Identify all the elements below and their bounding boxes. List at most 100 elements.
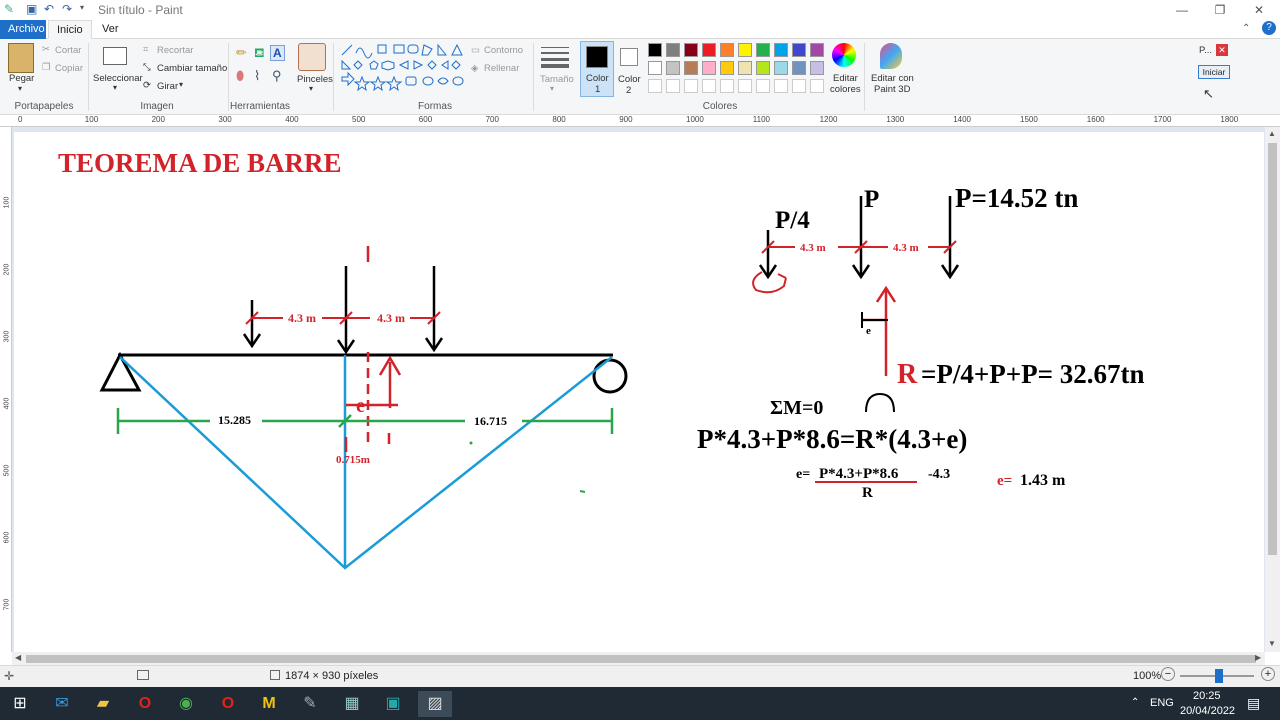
palette-swatch-empty[interactable] <box>720 79 734 93</box>
scroll-right-icon[interactable]: ▶ <box>1255 653 1261 662</box>
palette-swatch-empty[interactable] <box>792 79 806 93</box>
minimize-icon[interactable]: — <box>1172 2 1192 18</box>
zoom-out-icon[interactable]: − <box>1161 667 1175 681</box>
paint3d-icon[interactable] <box>880 43 902 69</box>
color1-button[interactable]: Color 1 <box>580 41 614 97</box>
select-icon[interactable] <box>103 47 127 65</box>
select-button[interactable]: Seleccionar <box>93 73 143 84</box>
copy-button[interactable]: Copiar <box>55 63 83 74</box>
palette-swatch[interactable] <box>810 43 824 57</box>
maximize-icon[interactable]: ❐ <box>1210 2 1230 18</box>
outline-button[interactable]: Contorno <box>484 45 523 56</box>
vertical-scrollbar[interactable]: ▲ ▼ <box>1265 127 1280 652</box>
cut-button[interactable]: Cortar <box>55 45 81 56</box>
close-icon[interactable]: ✕ <box>1249 2 1269 18</box>
palette-swatch[interactable] <box>720 43 734 57</box>
zoom-slider-thumb[interactable] <box>1215 669 1223 683</box>
paste-dropdown-icon[interactable]: ▾ <box>18 84 22 93</box>
edit-colors-icon[interactable] <box>832 43 856 67</box>
palette-swatch[interactable] <box>720 61 734 75</box>
edit-paint3d-label-2[interactable]: Paint 3D <box>874 84 910 95</box>
palette-swatch[interactable] <box>702 43 716 57</box>
palette-swatch[interactable] <box>792 61 806 75</box>
text-tool-icon[interactable]: A <box>270 45 285 61</box>
rotate-button[interactable]: Girar <box>157 81 178 92</box>
palette-swatch-empty[interactable] <box>774 79 788 93</box>
size-dropdown-icon[interactable]: ▾ <box>550 84 554 93</box>
scroll-up-icon[interactable]: ▲ <box>1268 129 1276 138</box>
save-icon[interactable]: ▣ <box>26 2 37 16</box>
camera-recorder-icon[interactable]: ▣ <box>376 691 410 717</box>
palette-swatch[interactable] <box>792 43 806 57</box>
palette-swatch-empty[interactable] <box>648 79 662 93</box>
notifications-icon[interactable]: ▤ <box>1247 695 1260 712</box>
size-button[interactable]: Tamaño <box>540 74 574 85</box>
palette-swatch-empty[interactable] <box>702 79 716 93</box>
redo-icon[interactable]: ↷ <box>62 2 72 16</box>
quick-access-dropdown-icon[interactable]: ▾ <box>80 3 84 12</box>
edit-colors-label-2[interactable]: colores <box>830 84 861 95</box>
palette-swatch-empty[interactable] <box>666 79 680 93</box>
chrome-icon[interactable]: ◉ <box>169 691 203 717</box>
clock-date[interactable]: 20/04/2022 <box>1180 705 1235 717</box>
language-indicator[interactable]: ENG <box>1150 697 1174 709</box>
palette-swatch[interactable] <box>666 61 680 75</box>
brushes-button[interactable]: Pinceles <box>297 74 333 85</box>
horizontal-scrollbar[interactable]: ◀ ▶ <box>12 652 1265 665</box>
palette-swatch-empty[interactable] <box>684 79 698 93</box>
clock-time[interactable]: 20:25 <box>1193 690 1221 702</box>
palette-swatch[interactable] <box>648 43 662 57</box>
palette-swatch[interactable] <box>756 43 770 57</box>
paste-button[interactable]: Pegar <box>9 73 34 84</box>
edit-colors-label-1[interactable]: Editar <box>833 73 858 84</box>
file-explorer-icon[interactable]: ▰ <box>86 691 120 717</box>
clipboard-icon[interactable] <box>8 43 34 73</box>
pencil-icon[interactable]: ✏ <box>236 45 247 61</box>
tab-inicio[interactable]: Inicio <box>48 20 92 39</box>
undo-icon[interactable]: ↶ <box>44 2 54 16</box>
paint-taskbar-icon[interactable]: ✎ <box>293 691 327 717</box>
fill-shape-button[interactable]: Rellenar <box>484 63 519 74</box>
eraser-icon[interactable]: ⬮ <box>236 68 244 84</box>
palette-swatch[interactable] <box>702 61 716 75</box>
palette-swatch-empty[interactable] <box>738 79 752 93</box>
mail-icon[interactable]: ✉ <box>45 691 79 717</box>
popup-start-button[interactable]: Iniciar <box>1198 65 1230 79</box>
palette-swatch[interactable] <box>666 43 680 57</box>
opera-gx-icon[interactable]: O <box>211 691 245 717</box>
brush-icon[interactable] <box>298 43 326 71</box>
scroll-left-icon[interactable]: ◀ <box>15 653 21 662</box>
tab-ver[interactable]: Ver <box>94 20 127 39</box>
palette-swatch-empty[interactable] <box>756 79 770 93</box>
palette-swatch[interactable] <box>738 61 752 75</box>
tray-up-icon[interactable]: ⌃ <box>1131 697 1139 708</box>
palette-swatch[interactable] <box>648 61 662 75</box>
palette-swatch[interactable] <box>774 61 788 75</box>
fill-icon[interactable]: ⛾ <box>254 45 265 63</box>
shapes-gallery[interactable] <box>338 43 468 93</box>
help-icon[interactable]: ? <box>1262 21 1276 35</box>
resize-button[interactable]: Cambiar tamaño <box>157 63 227 74</box>
collapse-ribbon-icon[interactable]: ⌃ <box>1242 23 1250 34</box>
scroll-down-icon[interactable]: ▼ <box>1268 639 1276 648</box>
crop-button[interactable]: Recortar <box>157 45 193 56</box>
zoom-in-icon[interactable]: + <box>1261 667 1275 681</box>
size-lines-icon[interactable] <box>541 45 569 68</box>
paint-active-icon[interactable]: ▨ <box>418 691 452 717</box>
magnifier-icon[interactable]: ⚲ <box>272 68 282 84</box>
palette-swatch[interactable] <box>684 43 698 57</box>
drawing-canvas[interactable]: TEOREMA DE BARRE 4.3 m 4.3 m e 15.285 16… <box>14 132 1264 652</box>
palette-swatch[interactable] <box>774 43 788 57</box>
vertical-scroll-thumb[interactable] <box>1268 143 1277 555</box>
tab-archivo[interactable]: Archivo <box>0 20 46 39</box>
select-dropdown-icon[interactable]: ▾ <box>113 83 117 92</box>
windows-start-icon[interactable]: ⊞ <box>3 691 37 717</box>
palette-swatch[interactable] <box>738 43 752 57</box>
color2-button[interactable]: Color 2 <box>616 41 644 97</box>
mathcad-icon[interactable]: M <box>252 691 286 717</box>
calculator-icon[interactable]: ▦ <box>335 691 369 717</box>
rotate-dropdown-icon[interactable]: ▾ <box>179 80 183 89</box>
palette-swatch[interactable] <box>756 61 770 75</box>
popup-close-icon[interactable]: ✕ <box>1216 44 1228 56</box>
opera-icon[interactable]: O <box>128 691 162 717</box>
